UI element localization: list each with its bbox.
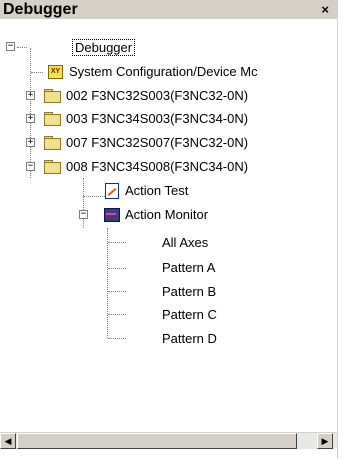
tree-item-label: 003 F3NC34S003(F3NC34-0N) <box>66 110 249 126</box>
tree-item-node-008[interactable]: 008 F3NC34S008(F3NC34-0N) <box>44 157 250 175</box>
action-monitor-icon <box>103 206 120 222</box>
tree-line <box>31 72 43 73</box>
node-008-collapse-toggle[interactable]: − <box>26 162 35 171</box>
tree-item-pattern-c[interactable]: Pattern C <box>160 305 219 323</box>
tree-item-node-002[interactable]: 002 F3NC32S003(F3NC32-0N) <box>44 86 250 104</box>
debugger-tree: − Debugger XY System Configuration/Devic… <box>0 22 337 430</box>
scroll-right-button[interactable]: ▶ <box>317 433 333 449</box>
tree-item-system-configuration[interactable]: XY System Configuration/Device Mc <box>47 62 260 80</box>
scroll-left-button[interactable]: ◀ <box>0 433 16 449</box>
tree-item-label: Action Monitor <box>125 206 209 222</box>
tree-item-label: Pattern B <box>162 283 217 299</box>
folder-icon <box>44 111 61 126</box>
tree-line <box>83 178 84 228</box>
node-003-expand-toggle[interactable]: + <box>26 114 35 123</box>
tree-item-label: Pattern C <box>162 306 217 322</box>
tree-item-label: Action Test <box>125 182 189 198</box>
tree-item-label: System Configuration/Device Mc <box>69 63 258 79</box>
panel-title: Debugger <box>3 1 78 18</box>
tree-item-pattern-b[interactable]: Pattern B <box>160 282 218 300</box>
tree-item-node-007[interactable]: 007 F3NC32S007(F3NC32-0N) <box>44 133 250 151</box>
tree-item-label: 002 F3NC32S003(F3NC32-0N) <box>66 87 249 103</box>
folder-icon <box>44 159 61 174</box>
scroll-thumb[interactable] <box>17 433 297 449</box>
tree-item-pattern-d[interactable]: Pattern D <box>160 329 219 347</box>
tree-item-action-monitor[interactable]: Action Monitor <box>103 205 210 223</box>
tree-line <box>83 196 105 197</box>
tree-line <box>108 242 126 243</box>
tree-item-label: All Axes <box>162 234 209 250</box>
debugger-panel: Debugger × − Debugger XY System Configur… <box>0 0 338 459</box>
tree-item-label: Debugger <box>72 38 136 56</box>
system-config-icon: XY <box>47 63 63 79</box>
tree-item-label: Pattern D <box>162 330 217 346</box>
horizontal-scrollbar[interactable]: ◀ ▶ <box>0 432 337 449</box>
tree-line <box>107 228 108 338</box>
tree-item-label: Pattern A <box>162 259 216 275</box>
tree-line <box>108 314 126 315</box>
folder-icon <box>44 135 61 150</box>
tree-item-label: 007 F3NC32S007(F3NC32-0N) <box>66 134 249 150</box>
root-collapse-toggle[interactable]: − <box>6 42 15 51</box>
tree-line <box>108 268 126 269</box>
close-button[interactable]: × <box>321 2 329 17</box>
tree-item-all-axes[interactable]: All Axes <box>160 233 210 251</box>
tree-line <box>17 47 27 48</box>
tree-item-node-003[interactable]: 003 F3NC34S003(F3NC34-0N) <box>44 109 250 127</box>
folder-icon <box>44 88 61 103</box>
action-test-icon <box>103 182 119 199</box>
tree-item-label: 008 F3NC34S008(F3NC34-0N) <box>66 158 249 174</box>
tree-item-action-test[interactable]: Action Test <box>103 181 190 199</box>
tree-line <box>108 338 126 339</box>
node-007-expand-toggle[interactable]: + <box>26 138 35 147</box>
tree-item-debugger[interactable]: Debugger <box>72 38 136 56</box>
tree-item-pattern-a[interactable]: Pattern A <box>160 258 217 276</box>
panel-titlebar: Debugger × <box>0 0 337 20</box>
node-002-expand-toggle[interactable]: + <box>26 91 35 100</box>
action-monitor-collapse-toggle[interactable]: − <box>79 210 88 219</box>
tree-line <box>108 291 126 292</box>
